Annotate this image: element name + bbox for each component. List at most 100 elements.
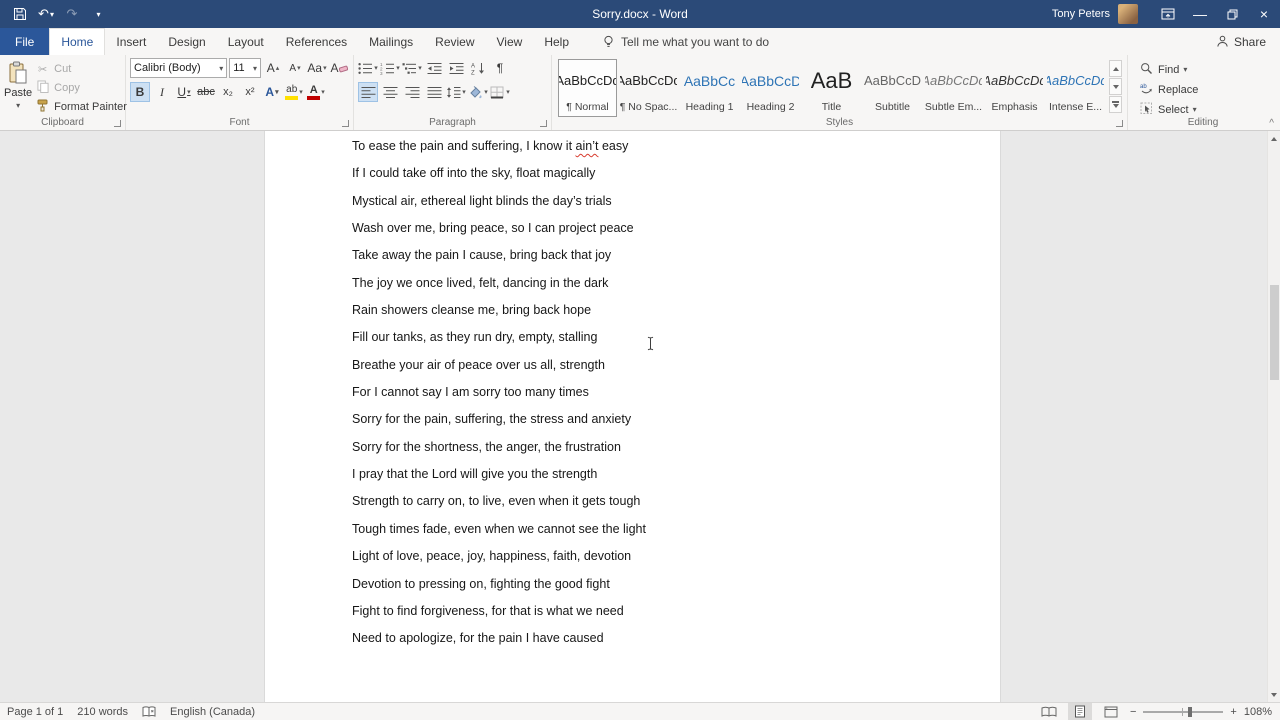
customize-qat-button[interactable]: ▾ bbox=[88, 3, 108, 25]
scroll-down-button[interactable] bbox=[1268, 687, 1280, 702]
document-page[interactable]: To ease the pain and suffering, I know i… bbox=[264, 131, 1001, 702]
increase-indent-button[interactable] bbox=[446, 58, 466, 78]
line-spacing-button[interactable]: ▾ bbox=[446, 82, 466, 102]
italic-button[interactable]: I bbox=[152, 82, 172, 102]
undo-button[interactable]: ↶ ▾ bbox=[36, 3, 56, 25]
style-title[interactable]: AaB Title bbox=[802, 59, 861, 117]
style-subtitle[interactable]: AaBbCcD Subtitle bbox=[863, 59, 922, 117]
superscript-button[interactable]: x² bbox=[240, 82, 260, 102]
underline-button[interactable]: U ▾ bbox=[174, 82, 194, 102]
font-dialog-launcher[interactable] bbox=[342, 120, 349, 127]
zoom-in-button[interactable]: + bbox=[1230, 706, 1236, 718]
print-layout-button[interactable] bbox=[1067, 703, 1092, 720]
borders-button[interactable]: ▾ bbox=[490, 82, 510, 102]
zoom-out-button[interactable]: − bbox=[1130, 706, 1136, 718]
zoom-slider[interactable] bbox=[1143, 706, 1224, 717]
font-color-button[interactable]: A ▾ bbox=[306, 82, 326, 102]
style-preview: AaBbCcDd bbox=[559, 73, 616, 88]
collapse-ribbon-button[interactable]: ^ bbox=[1269, 118, 1274, 129]
style-name: ¶ No Spac... bbox=[619, 101, 678, 113]
cut-button[interactable]: ✂ Cut bbox=[32, 60, 130, 78]
restore-button[interactable] bbox=[1216, 0, 1248, 28]
redo-button[interactable]: ↷ bbox=[62, 3, 82, 25]
user-name[interactable]: Tony Peters bbox=[1052, 8, 1110, 20]
sort-button[interactable]: AZ bbox=[468, 58, 488, 78]
clear-formatting-button[interactable]: A bbox=[329, 58, 349, 78]
font-name-select[interactable]: Calibri (Body) ▾ bbox=[130, 58, 228, 78]
close-button[interactable]: × bbox=[1248, 0, 1280, 28]
format-painter-button[interactable]: Format Painter bbox=[32, 98, 130, 116]
web-layout-button[interactable] bbox=[1099, 703, 1123, 720]
highlight-color-button[interactable]: ab ▾ bbox=[284, 82, 304, 102]
tab-file[interactable]: File bbox=[0, 28, 50, 55]
styles-scroll-down-button[interactable] bbox=[1109, 78, 1122, 95]
ribbon-display-options-icon bbox=[1161, 8, 1175, 20]
styles-scroll-up-button[interactable] bbox=[1109, 60, 1122, 77]
subscript-button[interactable]: x₂ bbox=[218, 82, 238, 102]
style-preview: AaBbCcDd bbox=[925, 73, 982, 88]
change-case-label: Aa bbox=[307, 61, 323, 75]
scrollbar-thumb[interactable] bbox=[1270, 285, 1279, 380]
tab-mailings[interactable]: Mailings bbox=[358, 28, 424, 55]
style-heading-2[interactable]: AaBbCcD Heading 2 bbox=[741, 59, 800, 117]
styles-dialog-launcher[interactable] bbox=[1116, 120, 1123, 127]
multilevel-list-button[interactable]: ▾ bbox=[402, 58, 422, 78]
tab-layout[interactable]: Layout bbox=[217, 28, 275, 55]
tab-design[interactable]: Design bbox=[157, 28, 216, 55]
text-effects-button[interactable]: A ▾ bbox=[262, 82, 282, 102]
word-count[interactable]: 210 words bbox=[70, 706, 135, 718]
share-button[interactable]: Share bbox=[1202, 28, 1280, 55]
style-no-spac[interactable]: AaBbCcDd ¶ No Spac... bbox=[619, 59, 678, 117]
tab-help[interactable]: Help bbox=[533, 28, 580, 55]
style-intense-e[interactable]: AaBbCcDd Intense E... bbox=[1046, 59, 1105, 117]
align-right-button[interactable] bbox=[402, 82, 422, 102]
style-normal[interactable]: AaBbCcDd ¶ Normal bbox=[558, 59, 617, 117]
decrease-indent-button[interactable] bbox=[424, 58, 444, 78]
tab-references[interactable]: References bbox=[275, 28, 358, 55]
font-size-select[interactable]: 11 ▾ bbox=[229, 58, 261, 78]
zoom-slider-thumb[interactable] bbox=[1188, 706, 1193, 717]
scroll-up-button[interactable] bbox=[1268, 131, 1280, 146]
styles-more-button[interactable] bbox=[1109, 96, 1122, 113]
search-icon bbox=[1139, 62, 1154, 78]
find-button[interactable]: Find ▾ bbox=[1136, 60, 1274, 79]
read-mode-button[interactable] bbox=[1037, 703, 1061, 720]
save-button[interactable] bbox=[10, 3, 30, 25]
align-left-button[interactable] bbox=[358, 82, 378, 102]
numbering-button[interactable]: 1 2 3 ▾ bbox=[380, 58, 400, 78]
style-heading-1[interactable]: AaBbCc Heading 1 bbox=[680, 59, 739, 117]
show-paragraph-marks-button[interactable]: ¶ bbox=[490, 58, 510, 78]
proofing-status[interactable] bbox=[135, 705, 163, 718]
language-indicator[interactable]: English (Canada) bbox=[163, 706, 262, 718]
bullets-button[interactable]: ▾ bbox=[358, 58, 378, 78]
shrink-font-button[interactable]: A ▾ bbox=[285, 58, 305, 78]
clipboard-dialog-launcher[interactable] bbox=[114, 120, 121, 127]
style-emphasis[interactable]: AaBbCcDd Emphasis bbox=[985, 59, 1044, 117]
change-case-button[interactable]: Aa ▾ bbox=[307, 58, 327, 78]
paste-button[interactable]: Paste ▾ bbox=[4, 58, 32, 116]
tab-insert[interactable]: Insert bbox=[105, 28, 157, 55]
tab-review[interactable]: Review bbox=[424, 28, 485, 55]
avatar[interactable] bbox=[1118, 4, 1138, 24]
shading-button[interactable]: ▾ bbox=[468, 82, 488, 102]
justify-button[interactable] bbox=[424, 82, 444, 102]
style-name: Subtitle bbox=[874, 101, 911, 113]
align-center-button[interactable] bbox=[380, 82, 400, 102]
tab-home[interactable]: Home bbox=[49, 28, 106, 55]
replace-button[interactable]: ab Replace bbox=[1136, 80, 1274, 99]
paragraph-dialog-launcher[interactable] bbox=[540, 120, 547, 127]
document-line: Mystical air, ethereal light blinds the … bbox=[352, 193, 612, 208]
minimize-button[interactable]: — bbox=[1184, 0, 1216, 28]
tab-view[interactable]: View bbox=[486, 28, 534, 55]
bold-button[interactable]: B bbox=[130, 82, 150, 102]
strikethrough-button[interactable]: abc bbox=[196, 82, 216, 102]
vertical-scrollbar[interactable] bbox=[1267, 131, 1280, 702]
zoom-level[interactable]: 108% bbox=[1244, 706, 1272, 718]
ribbon-display-options-button[interactable] bbox=[1152, 0, 1184, 28]
page-indicator[interactable]: Page 1 of 1 bbox=[0, 706, 70, 718]
style-subtle-em[interactable]: AaBbCcDd Subtle Em... bbox=[924, 59, 983, 117]
cut-label: Cut bbox=[54, 63, 72, 75]
grow-font-button[interactable]: A ▴ bbox=[263, 58, 283, 78]
tell-me-box[interactable]: Tell me what you want to do bbox=[602, 28, 769, 55]
copy-button[interactable]: Copy bbox=[32, 79, 130, 97]
